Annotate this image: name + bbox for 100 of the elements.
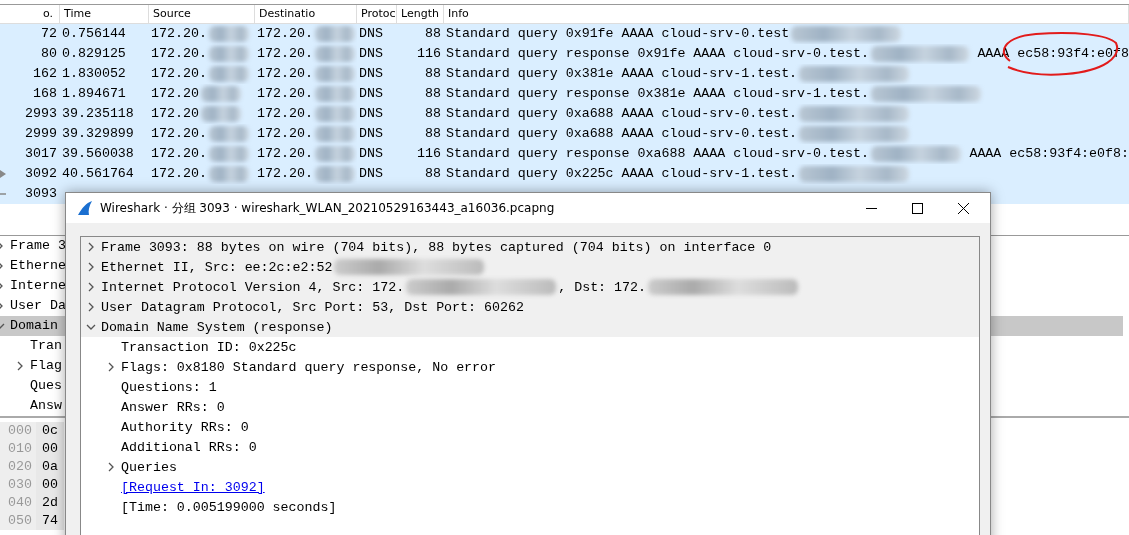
table-cell: 116 — [417, 146, 441, 161]
table-cell: 88 — [425, 166, 441, 181]
table-cell-text: 172.20. — [151, 125, 207, 143]
blurred-text — [314, 166, 355, 182]
table-cell: 88 — [425, 26, 441, 41]
blurred-text — [314, 86, 355, 102]
tree-item[interactable]: Flags: 0x8180 Standard query response, No error — [121, 359, 497, 375]
hex-byte: 2d — [36, 494, 64, 512]
table-cell-text: 172.20. — [257, 45, 313, 63]
table-cell: 3092 — [25, 166, 57, 181]
column-header[interactable]: Source — [149, 5, 255, 23]
table-cell-text: 172.20. — [151, 165, 207, 183]
table-cell-text: 172.20. — [257, 65, 313, 83]
byte-offset: 020 — [0, 458, 36, 476]
table-cell-text: 172.20. — [257, 145, 313, 163]
packet-row[interactable]: 2999 39.329899 172.20. 172.20. DNS 88 Standard query 0xa688 AAAA cloud-srv-0.test. — [0, 124, 1129, 144]
table-cell-text: AAAA ec58:93f4:e0f8: — [969, 145, 1129, 163]
table-cell-text: 172.20 — [151, 85, 199, 103]
table-cell: 88 — [425, 106, 441, 121]
column-header[interactable]: Info — [444, 5, 1129, 23]
tree-item[interactable]: Flag — [30, 356, 62, 376]
table-cell-text: DNS — [359, 65, 383, 83]
tree-item[interactable]: User Da — [10, 296, 66, 316]
table-cell-text: 172.20. — [257, 165, 313, 183]
tree-item[interactable]: Interne — [10, 276, 66, 296]
byte-offset: 000 — [0, 422, 36, 440]
table-cell: 116 — [417, 46, 441, 61]
table-cell: 88 — [425, 86, 441, 101]
expand-chevron-icon[interactable] — [106, 362, 116, 372]
packet-row[interactable]: 3092 40.561764 172.20. 172.20. DNS 88 Standard query 0x225c AAAA cloud-srv-1.test. — [0, 164, 1129, 184]
column-header[interactable]: Destinatio — [255, 5, 357, 23]
column-header[interactable]: Time — [60, 5, 149, 23]
tree-item[interactable]: , Dst: 172. — [558, 279, 646, 295]
table-cell: 2999 — [25, 126, 57, 141]
table-cell-text: 172.20. — [151, 145, 207, 163]
table-cell-text: 172.20. — [151, 45, 207, 63]
table-cell: 88 — [425, 126, 441, 141]
tree-item[interactable]: Etherne — [10, 256, 66, 276]
tree-item[interactable]: Transaction ID: 0x225c — [121, 339, 297, 355]
packet-row[interactable]: 3017 39.560038 172.20. 172.20. DNS 116 Standard query response 0xa688 AAAA cloud-srv-0.test. AAAA ec58:93f4:e0f8: — [0, 144, 1129, 164]
blurred-text — [314, 66, 355, 82]
table-cell-text: 40.561764 — [62, 165, 134, 183]
column-header[interactable]: Protoc — [357, 5, 397, 23]
close-icon[interactable] — [957, 202, 969, 214]
expand-chevron-icon[interactable] — [15, 361, 25, 371]
table-cell: 3093 — [25, 186, 57, 201]
collapse-chevron-icon[interactable] — [86, 322, 96, 332]
table-cell-text: 0.829125 — [62, 45, 126, 63]
window-title: Wireshark · 分组 3093 · wireshark_WLAN_20210529163443_a16036.pcapng — [100, 199, 556, 217]
blurred-text — [314, 126, 355, 142]
tree-item[interactable]: Tran — [30, 336, 62, 356]
blurred-text — [314, 146, 355, 162]
byte-offset: 010 — [0, 440, 36, 458]
table-cell-text: 172.20. — [257, 105, 313, 123]
blurred-text — [208, 66, 249, 82]
byte-offset: 030 — [0, 476, 36, 494]
expand-chevron-icon[interactable] — [86, 242, 96, 252]
packet-row[interactable]: 2993 39.235118 172.20 172.20. DNS 88 Standard query 0xa688 AAAA cloud-srv-0.test. — [0, 104, 1129, 124]
table-cell-text: 39.235118 — [62, 105, 134, 123]
blurred-text — [208, 46, 249, 62]
blurred-text — [314, 46, 355, 62]
byte-offset: 040 — [0, 494, 36, 512]
column-header[interactable]: Length — [397, 5, 444, 23]
request-link[interactable]: [Request In: 3092] — [121, 479, 265, 495]
tree-item[interactable]: [Time: 0.005199000 seconds] — [121, 499, 337, 515]
tree-item[interactable]: Frame 3 — [10, 236, 66, 256]
table-cell-text: Standard query response 0x381e AAAA cloud-srv-1.test. — [446, 85, 869, 103]
table-cell: 2993 — [25, 106, 57, 121]
table-cell-text: DNS — [359, 145, 383, 163]
packet-row[interactable]: 168 1.894671 172.20 172.20. DNS 88 Standard query response 0x381e AAAA cloud-srv-1.test. — [0, 84, 1129, 104]
tree-item[interactable]: Answ — [30, 396, 62, 416]
expand-chevron-icon[interactable] — [106, 462, 116, 472]
expand-chevron-icon[interactable] — [86, 282, 96, 292]
tree-item[interactable]: Authority RRs: 0 — [121, 419, 249, 435]
hex-byte: 00 — [36, 476, 64, 494]
table-cell-text: 39.329899 — [62, 125, 134, 143]
table-cell-text: Standard query 0x381e AAAA cloud-srv-1.test. — [446, 65, 798, 83]
table-cell-text: DNS — [359, 165, 383, 183]
maximize-icon[interactable] — [911, 202, 923, 214]
packet-row[interactable]: 162 1.830052 172.20. 172.20. DNS 88 Standard query 0x381e AAAA cloud-srv-1.test. — [0, 64, 1129, 84]
packet-row[interactable]: 72 0.756144 172.20. 172.20. DNS 88 Standard query 0x91fe AAAA cloud-srv-0.test — [0, 24, 1129, 44]
expand-chevron-icon[interactable] — [86, 302, 96, 312]
tree-item[interactable]: Queries — [121, 459, 177, 475]
tree-item[interactable]: Ques — [30, 376, 62, 396]
tree-item[interactable]: Questions: 1 — [121, 379, 217, 395]
hex-byte: 00 — [36, 440, 64, 458]
blurred-text — [314, 26, 355, 42]
table-cell-text: DNS — [359, 85, 383, 103]
tree-item[interactable]: Additional RRs: 0 — [121, 439, 257, 455]
table-cell-text: DNS — [359, 45, 383, 63]
table-cell-text: 1.830052 — [62, 65, 126, 83]
table-cell-text: 172.20. — [257, 85, 313, 103]
blurred-text — [208, 166, 249, 182]
tree-item[interactable]: Answer RRs: 0 — [121, 399, 225, 415]
column-header[interactable]: o. — [0, 5, 60, 23]
expand-chevron-icon[interactable] — [86, 262, 96, 272]
table-cell-text: Standard query 0x91fe AAAA cloud-srv-0.test — [446, 25, 790, 43]
tree-item[interactable]: Internet Protocol Version 4, Src: 172. — [101, 279, 405, 295]
table-cell-text: DNS — [359, 105, 383, 123]
tree-item[interactable]: Domain — [10, 316, 58, 336]
